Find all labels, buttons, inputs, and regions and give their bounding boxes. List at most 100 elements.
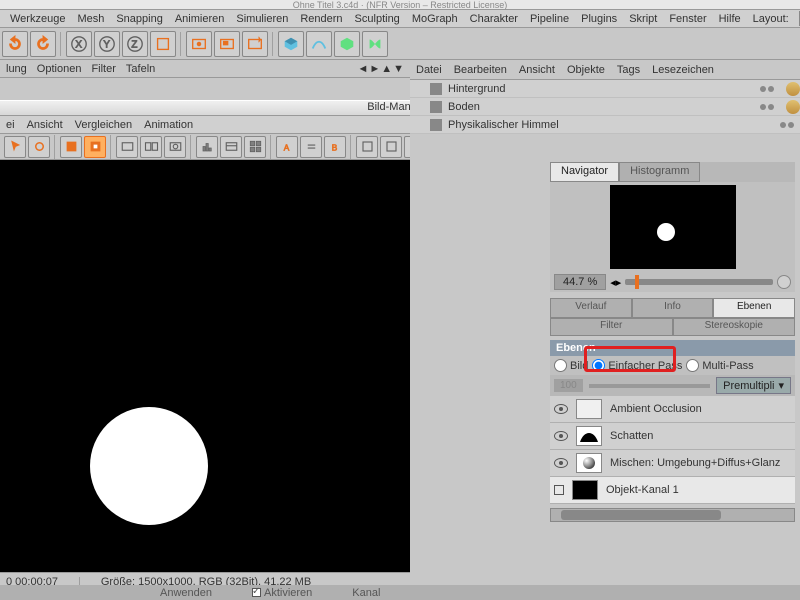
pv-a-icon[interactable]: A <box>276 136 298 158</box>
axis-x-icon[interactable]: X <box>66 31 92 57</box>
subtb-item[interactable]: Filter <box>91 63 115 75</box>
svg-text:Y: Y <box>103 39 110 50</box>
menu-mograph[interactable]: MoGraph <box>406 13 464 25</box>
tab-ebenen[interactable]: Ebenen <box>713 298 795 318</box>
pv-grid-icon[interactable] <box>244 136 266 158</box>
obj-menu-lesezeichen[interactable]: Lesezeichen <box>652 64 714 76</box>
pv-menu-datei[interactable]: ei <box>6 119 15 131</box>
menu-animieren[interactable]: Animieren <box>169 13 231 25</box>
opacity-field[interactable]: 100 <box>554 379 583 392</box>
zoom-slider[interactable] <box>625 279 773 285</box>
visibility-icon[interactable] <box>554 458 568 468</box>
subtb-item[interactable]: Optionen <box>37 63 82 75</box>
zoom-stepper-icon[interactable]: ◂▸ <box>610 276 621 289</box>
layer-name: Schatten <box>610 430 791 442</box>
layer-row[interactable]: Objekt-Kanal 1 <box>550 477 795 504</box>
menu-charakter[interactable]: Charakter <box>464 13 524 25</box>
pv-channel2-icon[interactable] <box>84 136 106 158</box>
pv-menu-ansicht[interactable]: Ansicht <box>27 119 63 131</box>
pv-menu-vergleichen[interactable]: Vergleichen <box>75 119 133 131</box>
main-toolbar: X Y Z <box>0 28 800 60</box>
deformer-icon[interactable] <box>362 31 388 57</box>
subtb-item[interactable]: Tafeln <box>126 63 155 75</box>
menu-pipeline[interactable]: Pipeline <box>524 13 575 25</box>
zoom-reset-icon[interactable] <box>777 275 791 289</box>
coord-icon[interactable] <box>150 31 176 57</box>
pv-hist-icon[interactable] <box>196 136 218 158</box>
layer-row[interactable]: Mischen: Umgebung+Diffus+Glanz <box>550 450 795 477</box>
obj-menu-ansicht[interactable]: Ansicht <box>519 64 555 76</box>
render-region-icon[interactable] <box>214 31 240 57</box>
primitive-cube-icon[interactable] <box>278 31 304 57</box>
menu-fenster[interactable]: Fenster <box>663 13 712 25</box>
subtb-item[interactable]: lung <box>6 63 27 75</box>
obj-menu-datei[interactable]: Datei <box>416 64 442 76</box>
menu-snapping[interactable]: Snapping <box>110 13 169 25</box>
visibility-off-icon[interactable] <box>554 485 564 495</box>
nav-tabs: Navigator Histogramm <box>550 162 795 182</box>
axis-y-icon[interactable]: Y <box>94 31 120 57</box>
menu-simulieren[interactable]: Simulieren <box>230 13 294 25</box>
nav-arrow-icon[interactable]: ▼ <box>393 63 404 75</box>
pv-compare-icon[interactable] <box>140 136 162 158</box>
tab-verlauf[interactable]: Verlauf <box>550 298 632 318</box>
pv-swap-icon[interactable] <box>300 136 322 158</box>
navigator-preview[interactable] <box>550 182 795 272</box>
menu-rendern[interactable]: Rendern <box>294 13 348 25</box>
pv-overlay-icon[interactable] <box>164 136 186 158</box>
tab-stereoskopie[interactable]: Stereoskopie <box>673 318 796 336</box>
pv-b-icon[interactable]: B <box>324 136 346 158</box>
object-row[interactable]: Physikalischer Himmel <box>410 116 800 134</box>
render-view-icon[interactable] <box>186 31 212 57</box>
pv-filter2-icon[interactable] <box>380 136 402 158</box>
tab-histogramm[interactable]: Histogramm <box>619 162 700 182</box>
layer-row[interactable]: Schatten <box>550 423 795 450</box>
obj-menu-bearbeiten[interactable]: Bearbeiten <box>454 64 507 76</box>
redo-icon[interactable] <box>30 31 56 57</box>
menu-skript[interactable]: Skript <box>623 13 663 25</box>
undo-icon[interactable] <box>2 31 28 57</box>
layers-header: Ebenen <box>550 340 795 356</box>
cursor-icon: ↖ <box>99 450 111 467</box>
layers-hscrollbar[interactable] <box>550 508 795 522</box>
pv-colorpick-icon[interactable] <box>28 136 50 158</box>
menu-hilfe[interactable]: Hilfe <box>713 13 747 25</box>
radio-multi-pass[interactable]: Multi-Pass <box>686 359 753 372</box>
visibility-icon[interactable] <box>554 431 568 441</box>
visibility-icon[interactable] <box>554 404 568 414</box>
tab-info[interactable]: Info <box>632 298 714 318</box>
pv-cursor-icon[interactable] <box>4 136 26 158</box>
object-row[interactable]: Boden <box>410 98 800 116</box>
render-settings-icon[interactable] <box>242 31 268 57</box>
chk-aktivieren[interactable]: Aktivieren <box>252 587 312 599</box>
opacity-slider[interactable] <box>589 384 710 388</box>
obj-menu-objekte[interactable]: Objekte <box>567 64 605 76</box>
blendmode-dropdown[interactable]: Premultipli▾ <box>716 377 791 394</box>
nav-arrow-icon[interactable]: ▲ <box>381 63 392 75</box>
nav-arrow-icon[interactable]: ► <box>369 63 380 75</box>
layer-row[interactable]: Ambient Occlusion <box>550 396 795 423</box>
object-list: Hintergrund Boden Physikalischer Himmel <box>410 80 800 134</box>
menu-werkzeuge[interactable]: Werkzeuge <box>4 13 71 25</box>
pv-filter1-icon[interactable] <box>356 136 378 158</box>
radio-einfacher-pass[interactable]: Einfacher Pass <box>592 359 682 372</box>
spline-icon[interactable] <box>306 31 332 57</box>
generator-icon[interactable] <box>334 31 360 57</box>
pv-fit-icon[interactable] <box>116 136 138 158</box>
menu-plugins[interactable]: Plugins <box>575 13 623 25</box>
nav-arrow-icon[interactable]: ◄ <box>357 63 368 75</box>
radio-bild[interactable]: Bild <box>554 359 588 372</box>
axis-z-icon[interactable]: Z <box>122 31 148 57</box>
chevron-down-icon: ▾ <box>778 379 784 392</box>
pv-info-icon[interactable] <box>220 136 242 158</box>
zoom-value[interactable]: 44.7 % <box>554 274 606 290</box>
pv-menu-animation[interactable]: Animation <box>144 119 193 131</box>
tab-navigator[interactable]: Navigator <box>550 162 619 182</box>
menu-sculpting[interactable]: Sculpting <box>349 13 406 25</box>
tab-filter[interactable]: Filter <box>550 318 673 336</box>
menu-mesh[interactable]: Mesh <box>71 13 110 25</box>
obj-menu-tags[interactable]: Tags <box>617 64 640 76</box>
pv-channel1-icon[interactable] <box>60 136 82 158</box>
btn-anwenden[interactable]: Anwenden <box>160 587 212 599</box>
object-row[interactable]: Hintergrund <box>410 80 800 98</box>
